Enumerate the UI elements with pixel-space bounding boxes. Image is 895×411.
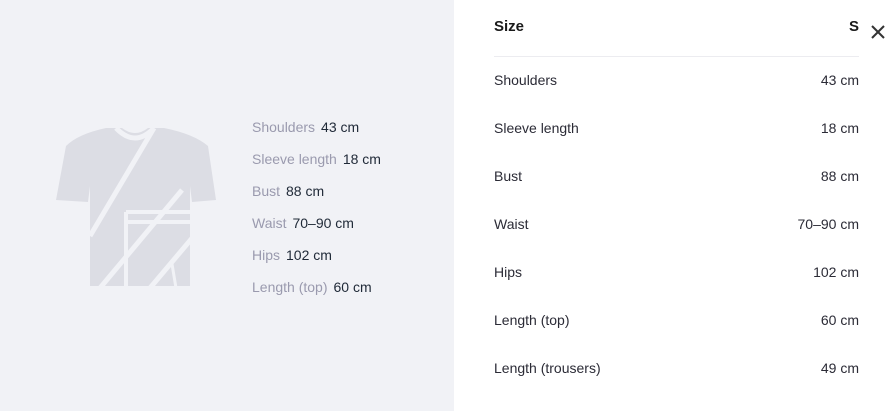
size-row-value: 102 cm <box>813 264 859 280</box>
measurement-list: Shoulders 43 cm Sleeve length 18 cm Bust 88… <box>252 117 381 309</box>
size-row: Shoulders 43 cm <box>494 57 859 105</box>
measurement-item: Sleeve length 18 cm <box>252 149 381 181</box>
close-button[interactable] <box>868 22 888 42</box>
measurement-label: Length (top) <box>252 279 328 295</box>
size-details-panel: Size S Shoulders 43 cm Sleeve length 18 cm… <box>454 0 895 411</box>
measurement-item: Hips 102 cm <box>252 245 381 277</box>
measurement-item: Bust 88 cm <box>252 181 381 213</box>
measurement-value: 60 cm <box>333 279 372 295</box>
size-row: Sleeve length 18 cm <box>494 105 859 153</box>
size-row: Hips 102 cm <box>494 249 859 297</box>
size-row: Length (top) 60 cm <box>494 297 859 345</box>
measurement-illustration-panel: Shoulders 43 cm Sleeve length 18 cm Bust 88… <box>0 0 454 411</box>
size-row-value: 43 cm <box>820 72 859 88</box>
measurement-label: Hips <box>252 247 281 263</box>
tshirt-silhouette-icon <box>56 126 216 288</box>
size-row-value: 70–90 cm <box>797 216 859 232</box>
size-row-value: 18 cm <box>820 120 859 136</box>
measurement-value: 70–90 cm <box>292 215 354 231</box>
selected-size: S <box>848 18 859 35</box>
measurement-label: Sleeve length <box>252 151 337 167</box>
size-row-label: Hips <box>494 264 523 280</box>
size-row-value: 49 cm <box>820 360 859 376</box>
size-row-value: 60 cm <box>820 312 859 328</box>
measurement-value: 88 cm <box>286 183 325 199</box>
size-measurements-table: Shoulders 43 cm Sleeve length 18 cm Bust 88… <box>494 57 859 393</box>
measurement-item: Length (top) 60 cm <box>252 277 381 309</box>
measurement-label: Shoulders <box>252 119 316 135</box>
size-row-label: Bust <box>494 168 523 184</box>
size-row: Bust 88 cm <box>494 153 859 201</box>
size-row: Length (trousers) 49 cm <box>494 345 859 393</box>
size-row-label: Length (top) <box>494 312 570 328</box>
size-row: Waist 70–90 cm <box>494 201 859 249</box>
size-row-label: Sleeve length <box>494 120 579 136</box>
size-header: Size S <box>494 16 859 57</box>
measurement-item: Waist 70–90 cm <box>252 213 381 245</box>
size-row-label: Shoulders <box>494 72 558 88</box>
measurement-value: 43 cm <box>321 119 360 135</box>
close-icon[interactable] <box>868 22 888 42</box>
size-row-value: 88 cm <box>820 168 859 184</box>
measurement-label: Bust <box>252 183 281 199</box>
size-title: Size <box>494 18 525 35</box>
measurement-label: Waist <box>252 215 287 231</box>
size-row-label: Length (trousers) <box>494 360 601 376</box>
size-row-label: Waist <box>494 216 529 232</box>
measurement-value: 102 cm <box>286 247 332 263</box>
measurement-value: 18 cm <box>342 151 381 167</box>
measurement-item: Shoulders 43 cm <box>252 117 381 149</box>
